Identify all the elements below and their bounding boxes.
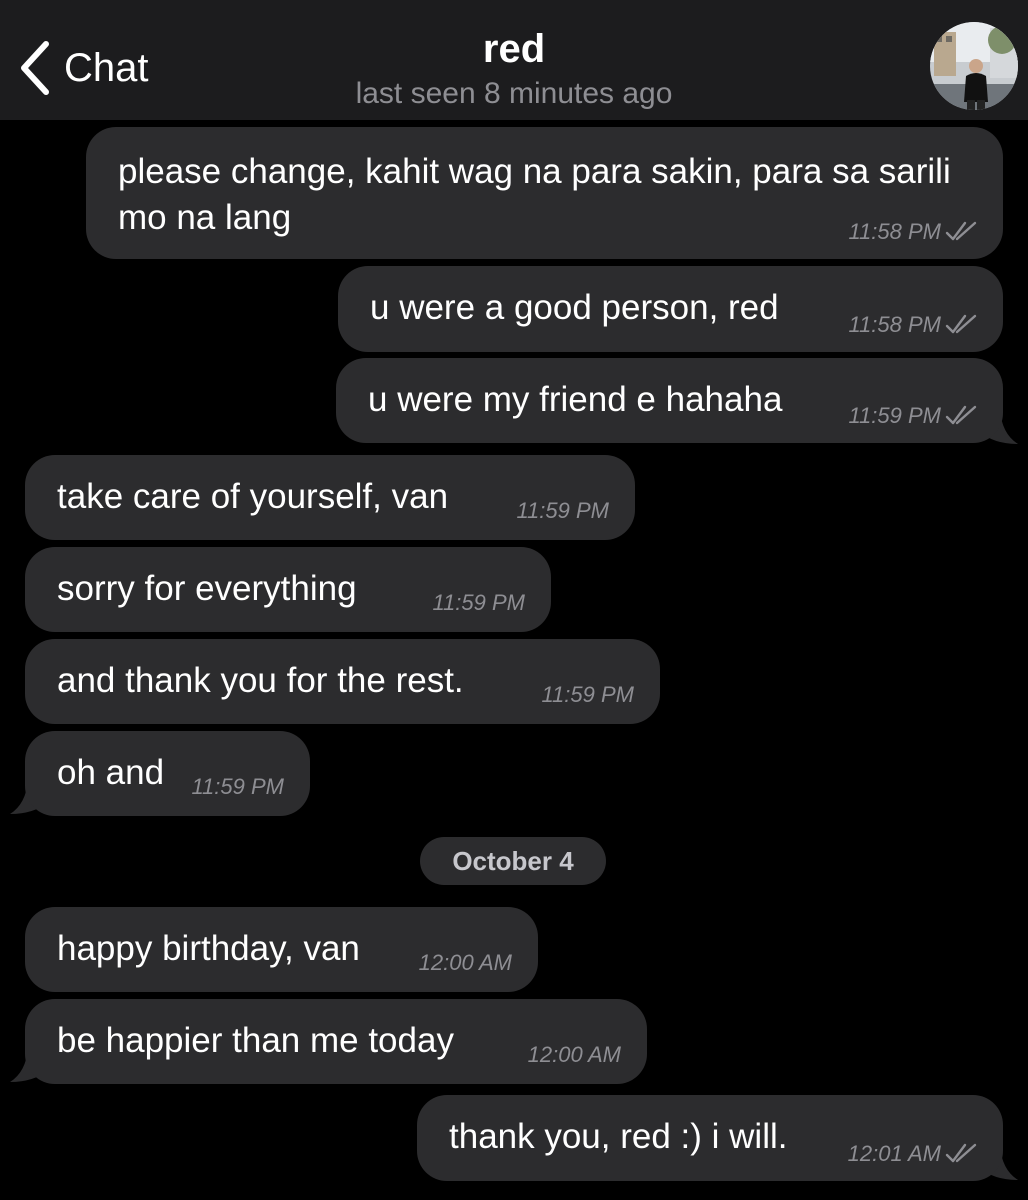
message-bubble-outgoing[interactable]: thank you, red :) i will. 12:01 AM <box>417 1095 1003 1181</box>
message-meta: 12:00 AM <box>528 1042 621 1068</box>
message-meta: 11:59 PM <box>516 498 609 524</box>
message-bubble-incoming[interactable]: happy birthday, van 12:00 AM <box>25 907 538 992</box>
message-meta: 11:59 PM <box>541 682 634 708</box>
double-check-icon <box>945 314 977 334</box>
back-label: Chat <box>64 45 149 90</box>
chat-title-block[interactable]: red last seen 8 minutes ago <box>264 26 764 114</box>
message-time: 11:59 PM <box>191 774 284 799</box>
message-time: 11:58 PM <box>848 312 941 337</box>
double-check-icon <box>945 405 977 425</box>
message-time: 11:59 PM <box>432 590 525 615</box>
message-time: 11:58 PM <box>848 219 941 244</box>
message-meta: 11:59 PM <box>848 403 979 429</box>
message-bubble-incoming[interactable]: take care of yourself, van 11:59 PM <box>25 455 635 540</box>
last-seen-status: last seen 8 minutes ago <box>355 77 673 110</box>
message-bubble-incoming[interactable]: be happier than me today 12:00 AM <box>25 999 647 1084</box>
chat-title: red <box>482 27 546 71</box>
back-button[interactable]: Chat <box>18 38 149 98</box>
message-text: u were my friend e hahaha <box>368 380 783 419</box>
message-time: 11:59 PM <box>541 682 634 707</box>
message-meta: 11:59 PM <box>191 774 284 800</box>
message-time: 12:01 AM <box>847 1141 941 1166</box>
message-bubble-incoming[interactable]: oh and 11:59 PM <box>25 731 310 816</box>
message-bubble-outgoing[interactable]: u were my friend e hahaha 11:59 PM <box>336 358 1003 443</box>
message-meta: 11:58 PM <box>848 219 979 245</box>
message-meta: 11:58 PM <box>848 312 979 338</box>
date-separator: October 4 <box>420 837 606 885</box>
double-check-icon <box>945 1143 977 1163</box>
avatar[interactable] <box>930 22 1018 110</box>
chat-header: Chat red last seen 8 minutes ago <box>0 0 1028 120</box>
message-text: and thank you for the rest. <box>57 661 464 700</box>
message-bubble-incoming[interactable]: and thank you for the rest. 11:59 PM <box>25 639 660 724</box>
message-meta: 11:59 PM <box>432 590 525 616</box>
message-time: 12:00 AM <box>527 1042 621 1067</box>
message-meta: 12:00 AM <box>419 950 512 976</box>
message-time: 12:00 AM <box>418 950 512 975</box>
message-bubble-outgoing[interactable]: please change, kahit wag na para sakin, … <box>86 127 1003 259</box>
message-text: take care of yourself, van <box>57 477 449 516</box>
message-bubble-incoming[interactable]: sorry for everything 11:59 PM <box>25 547 551 632</box>
message-text: sorry for everything <box>57 569 357 608</box>
double-check-icon <box>945 221 977 241</box>
message-text: thank you, red :) i will. <box>449 1117 788 1156</box>
message-bubble-outgoing[interactable]: u were a good person, red 11:58 PM <box>338 266 1003 352</box>
message-text: be happier than me today <box>57 1021 454 1060</box>
message-text: happy birthday, van <box>57 929 360 968</box>
chevron-left-icon <box>21 41 49 95</box>
message-time: 11:59 PM <box>848 403 941 428</box>
message-meta: 12:01 AM <box>848 1141 979 1167</box>
message-text: oh and <box>57 753 165 792</box>
message-text: u were a good person, red <box>370 288 779 327</box>
message-time: 11:59 PM <box>516 498 609 523</box>
